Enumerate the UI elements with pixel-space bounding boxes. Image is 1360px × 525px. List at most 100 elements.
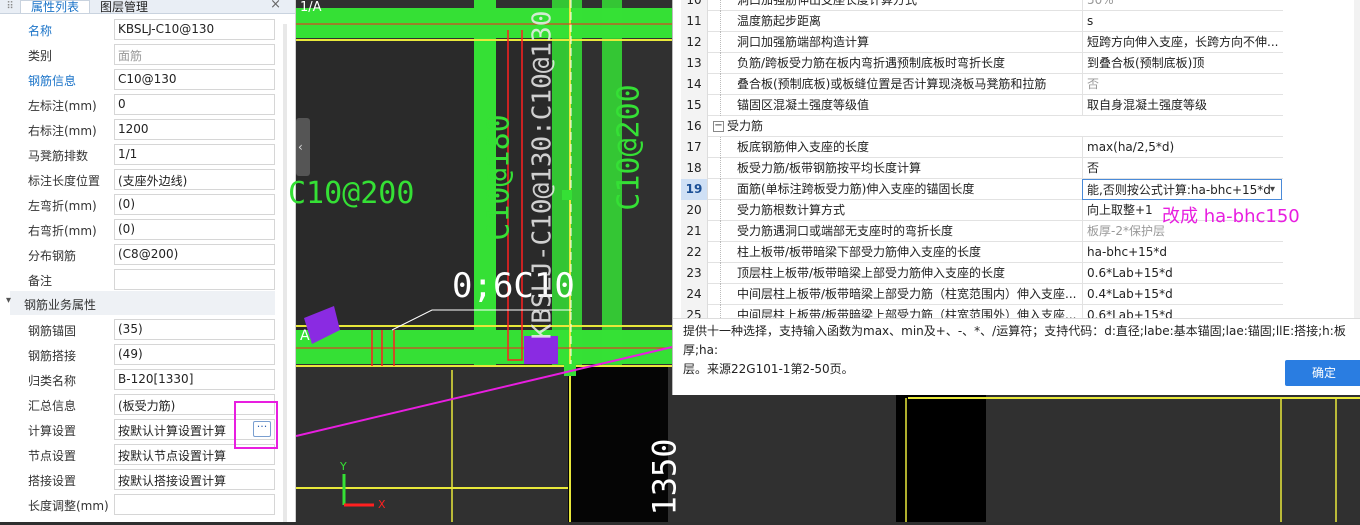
property-value-field[interactable]: B-120[1330] [114,369,275,390]
tree-guide [711,284,721,305]
setting-row[interactable]: 18 板受力筋/板带钢筋按平均长度计算 否 [681,158,1283,179]
setting-value-text: 向上取整+1 [1087,203,1153,217]
setting-value-text: ha-bhc+15*d [1087,245,1168,259]
tree-guide [711,137,721,158]
chevron-down-icon[interactable]: ▾ [6,295,11,306]
tab-properties[interactable]: 属性列表 [20,0,91,13]
chevron-left-icon[interactable]: ‹ [298,140,303,154]
more-button[interactable]: ··· [253,421,271,437]
tab-layers[interactable]: 图层管理 [90,1,158,13]
setting-value-text: 板厚-2*保护层 [1087,224,1165,238]
setting-row[interactable]: 14 叠合板(预制底板)或板缝位置是否计算现浇板马凳筋和拉筋 否 [681,74,1283,95]
setting-row[interactable]: 15 锚固区混凝土强度等级值 取自身混凝土强度等级 [681,95,1283,116]
property-value-field[interactable]: 1200 [114,119,275,140]
setting-value-dropdown[interactable]: 能,否则按公式计算:ha-bhc+15*d ▾ [1082,179,1282,200]
setting-row[interactable]: 24 中间层柱上板带/板带暗梁上部受力筋（柱宽范围内）伸入支座... 0.4*Lab… [681,284,1283,305]
setting-value-text: 0.6*Lab+15*d [1087,266,1173,280]
property-label: 左标注(mm) [28,99,97,113]
property-label: 钢筋信息 [28,74,77,88]
grid-scrollbar[interactable] [1354,0,1360,318]
collapse-icon[interactable]: − [713,121,724,132]
axis-label-a: A [300,328,310,344]
row-number: 18 [681,158,708,179]
setting-value[interactable]: 否 [1082,158,1282,179]
property-label: 右弯折(mm) [28,224,97,238]
property-row: 右标注(mm) 1200 [0,117,286,142]
y-axis-label: Y [340,460,347,473]
tree-guide [711,11,721,32]
property-label: 类别 [28,49,53,63]
row-number: 12 [681,32,708,53]
setting-value[interactable]: 取自身混凝土强度等级 [1082,95,1282,116]
chevron-down-icon[interactable]: ▾ [1269,180,1275,199]
property-row: 归类名称 B-120[1330] [0,367,286,392]
property-row: 左标注(mm) 0 [0,92,286,117]
rebar-label-vertical-1: C10@180 [481,114,517,241]
close-icon[interactable]: × [270,0,281,12]
tree-guide [711,95,721,116]
setting-value[interactable]: 到叠合板(预制底板)顶 [1082,53,1282,74]
setting-value[interactable]: ha-bhc+15*d [1082,242,1282,263]
setting-row[interactable]: 17 板底钢筋伸入支座的长度 max(ha/2,5*d) [681,137,1283,158]
row-number: 19 [681,179,708,200]
property-row: 左弯折(mm) (0) [0,192,286,217]
property-label: 名称 [28,24,53,38]
setting-row[interactable]: 23 顶层柱上板带/板带暗梁上部受力筋伸入支座的长度 0.6*Lab+15*d [681,263,1283,284]
setting-name: 洞口加强筋端部构造计算 [737,35,870,49]
property-value-field[interactable]: (C8@200) [114,244,275,265]
panel-scrollbar[interactable] [283,24,287,522]
setting-value[interactable]: s [1082,11,1282,32]
property-label: 备注 [28,274,53,288]
property-value-field[interactable]: (0) [114,219,275,240]
row-number: 21 [681,221,708,242]
setting-value[interactable]: 50% [1082,0,1282,11]
tree-guide [711,179,721,200]
setting-row[interactable]: 13 负筋/跨板受力筋在板内弯折遇预制底板时弯折长度 到叠合板(预制底板)顶 [681,53,1283,74]
property-label: 节点设置 [28,449,77,463]
property-label: 马凳筋排数 [28,149,89,163]
property-value-field[interactable]: (支座外边线) [114,169,275,190]
property-value-field[interactable]: C10@130 [114,69,275,90]
property-label: 钢筋锚固 [28,324,77,338]
setting-row[interactable]: 11 温度筋起步距离 s [681,11,1283,32]
property-value-field[interactable]: (49) [114,344,275,365]
property-value-field[interactable]: 按默认搭接设置计算 [114,469,275,490]
annotation-text: 改成 ha-bhc150 [1162,206,1300,227]
setting-name: 叠合板(预制底板)或板缝位置是否计算现浇板马凳筋和拉筋 [737,77,1047,91]
setting-value-text: max(ha/2,5*d) [1087,140,1175,154]
rebar-label-vertical-3: C10@200 [611,84,647,211]
setting-value[interactable]: 短跨方向伸入支座，长跨方向不伸... [1082,32,1282,53]
setting-row[interactable]: 16− 受力筋 [681,116,1283,137]
property-value-field[interactable] [114,269,275,290]
setting-name: 受力筋 [727,119,764,133]
property-row: 搭接设置 按默认搭接设置计算 [0,467,286,492]
property-value-field[interactable]: 面筋 [114,44,275,65]
setting-name: 板底钢筋伸入支座的长度 [737,140,870,154]
property-row: 钢筋锚固 (35) [0,317,286,342]
drag-grip-icon[interactable]: ⠿ [0,1,20,13]
setting-value[interactable]: 否 [1082,74,1282,95]
setting-row[interactable]: 19 面筋(单标注跨板受力筋)伸入支座的锚固长度 能,否则按公式计算:ha-bhc+… [681,179,1283,200]
property-value-field[interactable] [114,494,275,515]
row-number: 15 [681,95,708,116]
property-value-field[interactable]: (35) [114,319,275,340]
setting-value-text: 0.4*Lab+15*d [1087,287,1173,301]
tree-guide [711,263,721,284]
property-row: 右弯折(mm) (0) [0,217,286,242]
properties-panel: ⠿ 属性列表 图层管理 × 名称 KBSLJ-C10@130 类别 面筋钢筋信息 C10… [0,0,296,522]
row-number: 16 [681,116,708,137]
setting-row[interactable]: 10 洞口加强筋伸出支座长度计算方式 50% [681,0,1283,11]
property-value-field[interactable]: (0) [114,194,275,215]
ok-button[interactable]: 确定 [1285,360,1360,386]
property-value-field[interactable]: 0 [114,94,275,115]
rebar-business-group[interactable]: ▾ 钢筋业务属性 [6,291,275,315]
setting-row[interactable]: 22 柱上板带/板带暗梁下部受力筋伸入支座的长度 ha-bhc+15*d [681,242,1283,263]
setting-value[interactable]: 0.6*Lab+15*d [1082,263,1282,284]
setting-value[interactable]: max(ha/2,5*d) [1082,137,1282,158]
property-value-field[interactable]: KBSLJ-C10@130 [114,19,275,40]
property-value-field[interactable]: 1/1 [114,144,275,165]
setting-row[interactable]: 12 洞口加强筋端部构造计算 短跨方向伸入支座，长跨方向不伸... [681,32,1283,53]
tree-guide [711,53,721,74]
setting-value-text: 到叠合板(预制底板)顶 [1087,56,1205,70]
setting-value[interactable]: 0.4*Lab+15*d [1082,284,1282,305]
